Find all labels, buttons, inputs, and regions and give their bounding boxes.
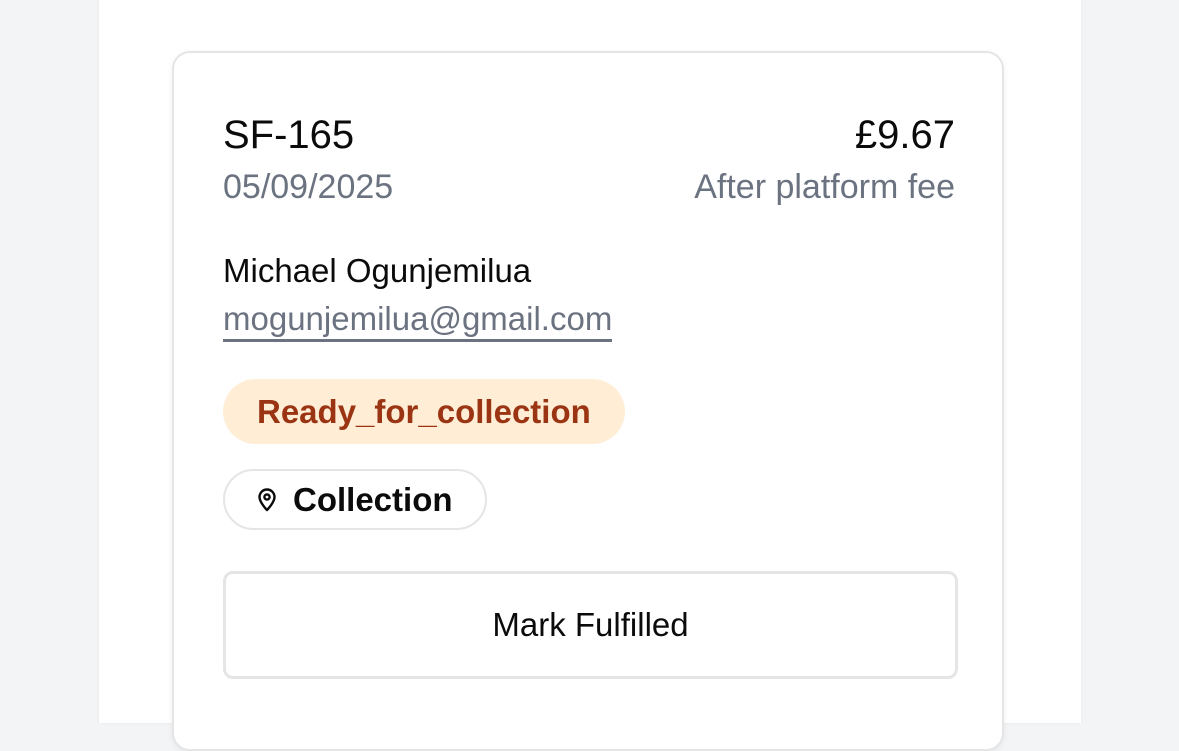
order-id: SF-165 (223, 113, 355, 157)
order-amount: £9.67 (854, 113, 955, 157)
order-date: 05/09/2025 (223, 168, 394, 206)
mark-fulfilled-button[interactable]: Mark Fulfilled (223, 571, 958, 679)
fee-note: After platform fee (694, 168, 955, 206)
order-card: SF-165 05/09/2025 £9.67 After platform f… (172, 51, 1004, 751)
fulfillment-method-label: Collection (293, 480, 453, 518)
customer-name: Michael Ogunjemilua (223, 252, 532, 289)
map-pin-icon (255, 487, 279, 512)
status-badge: Ready_for_collection (223, 379, 625, 444)
customer-email-link[interactable]: mogunjemilua@gmail.com (223, 299, 613, 342)
fulfillment-method-pill: Collection (223, 469, 487, 530)
